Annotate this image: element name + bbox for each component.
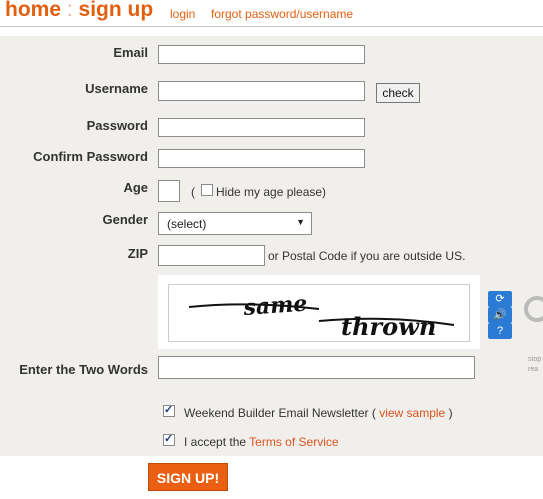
forgot-link[interactable]: forgot password/username (211, 7, 353, 21)
title-separator: : (66, 0, 73, 21)
chevron-down-icon: ▼ (296, 217, 305, 227)
refresh-icon[interactable]: ⟳ (488, 291, 512, 307)
captcha-label: Enter the Two Words (19, 362, 148, 377)
side-text-rea: rea (528, 366, 539, 373)
newsletter-text: Weekend Builder Email Newsletter ( (184, 406, 376, 420)
email-label: Email (113, 45, 148, 60)
terms-label: I accept the Terms of Service (184, 435, 339, 449)
confirm-password-field[interactable] (158, 149, 365, 168)
help-icon[interactable]: ? (488, 323, 512, 339)
age-label: Age (123, 180, 148, 195)
confirm-password-label: Confirm Password (33, 149, 148, 164)
password-field[interactable] (158, 118, 365, 137)
side-text-stop: stop (528, 356, 542, 363)
zip-field[interactable] (158, 245, 265, 266)
page-title: home : sign up (5, 0, 153, 22)
captcha-field[interactable] (158, 356, 475, 379)
age-field[interactable] (158, 180, 180, 202)
check-button[interactable]: check (376, 83, 420, 103)
newsletter-label: Weekend Builder Email Newsletter ( view … (184, 406, 453, 420)
captcha-word-2: thrown (341, 312, 436, 341)
audio-icon[interactable]: 🔊 (488, 307, 512, 323)
gender-label: Gender (102, 212, 148, 227)
captcha-image: same thrown (168, 284, 470, 342)
username-label: Username (85, 81, 148, 96)
terms-checkbox[interactable] (163, 432, 175, 446)
gender-selected-value: (select) (167, 217, 207, 231)
zip-note: or Postal Code if you are outside US. (268, 249, 466, 263)
captcha-word-1: same (242, 291, 309, 321)
newsletter-close-paren: ) (448, 406, 453, 420)
partial-circle-graphic (524, 296, 543, 322)
username-field[interactable] (158, 81, 365, 101)
age-paren: ( (191, 185, 195, 199)
accept-text: I accept the (184, 435, 247, 449)
hide-age-checkbox[interactable] (201, 184, 213, 196)
password-label: Password (86, 118, 148, 133)
signup-title: sign up (78, 0, 154, 21)
gender-select[interactable]: (select) ▼ (158, 212, 312, 235)
hide-age-label: Hide my age please) (216, 185, 327, 199)
signup-button[interactable]: SIGN UP! (148, 463, 228, 491)
login-link[interactable]: login (170, 7, 195, 21)
captcha-words-graphic: same thrown (188, 291, 455, 341)
terms-link[interactable]: Terms of Service (249, 435, 338, 449)
newsletter-checkbox[interactable] (163, 403, 175, 417)
email-field[interactable] (158, 45, 365, 64)
zip-label: ZIP (127, 246, 148, 261)
page-header: home : sign up login forgot password/use… (0, 0, 543, 27)
view-sample-link[interactable]: view sample (379, 406, 445, 420)
home-title[interactable]: home (5, 0, 61, 21)
